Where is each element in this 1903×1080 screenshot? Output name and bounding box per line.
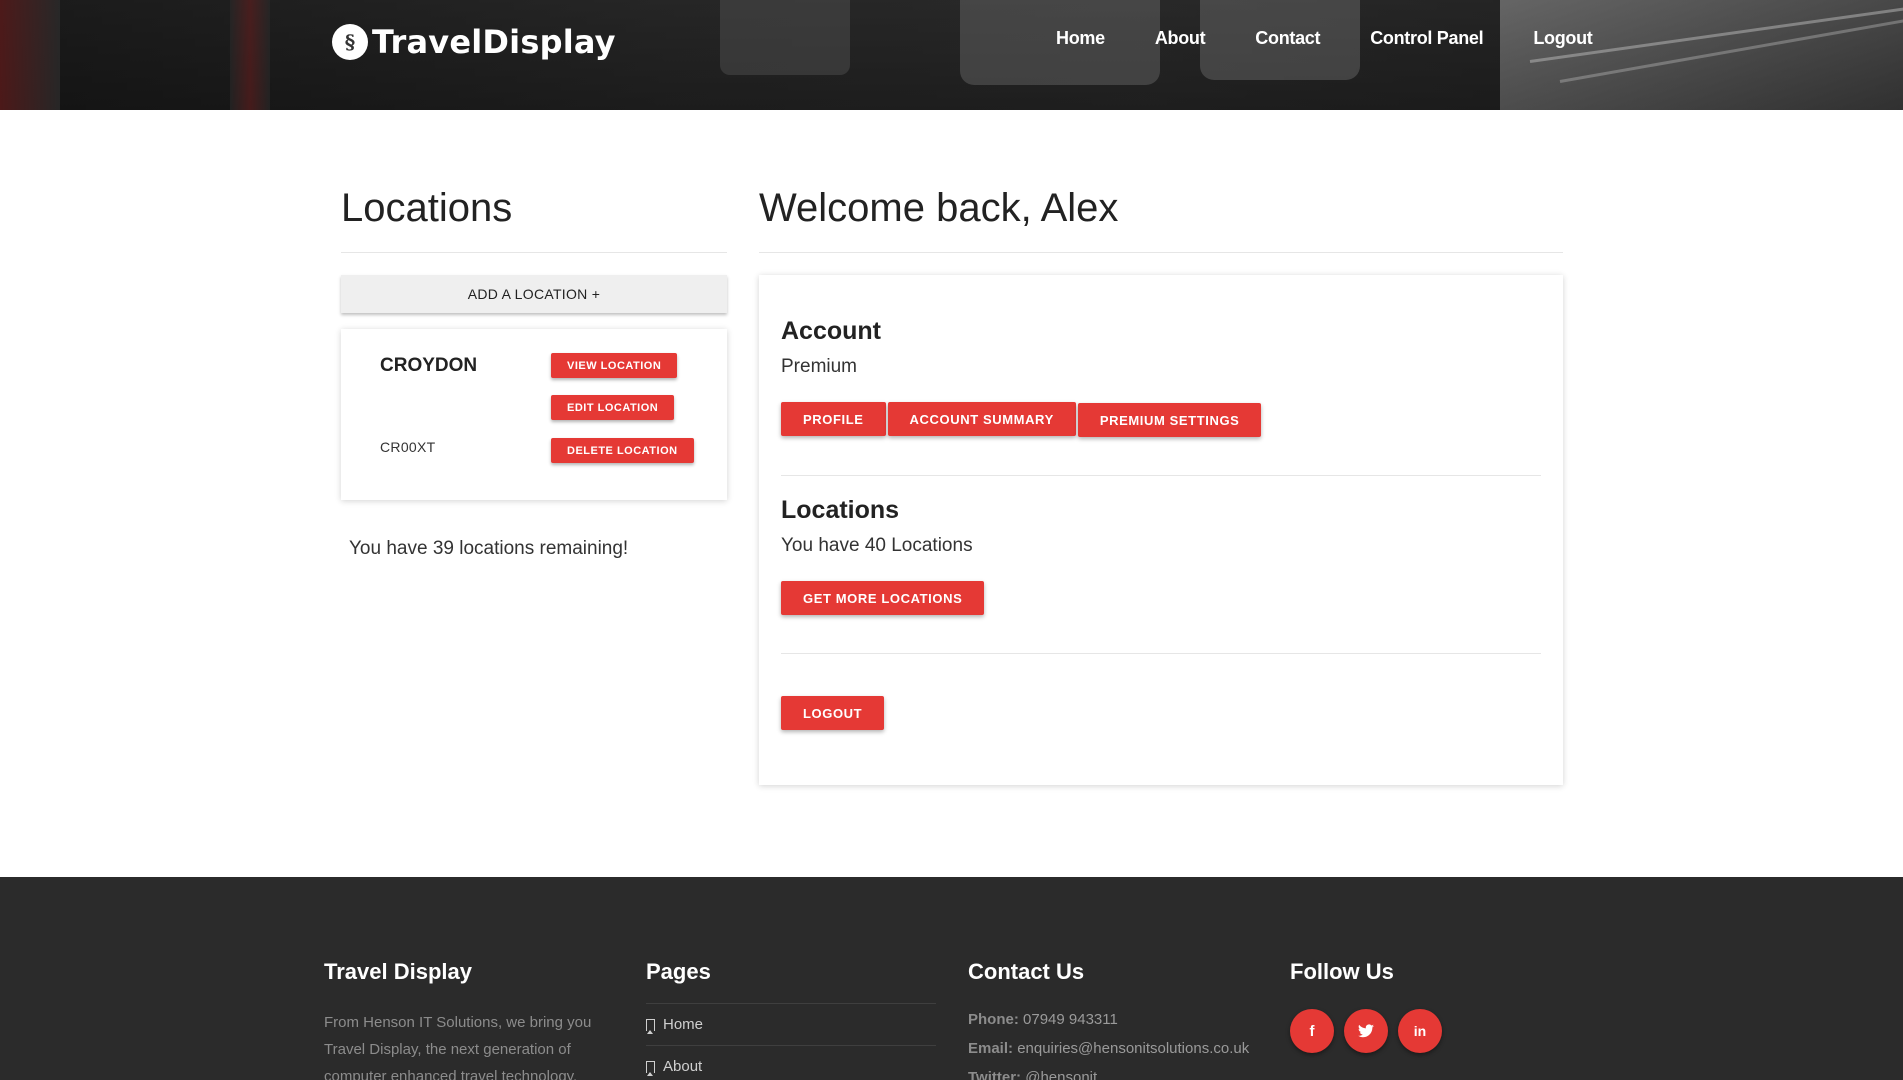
locations-count: You have 40 Locations — [781, 535, 973, 556]
bookmark-icon — [646, 1018, 655, 1034]
add-location-button[interactable]: ADD A LOCATION + — [341, 275, 727, 313]
footer-follow-title: Follow Us — [1290, 959, 1394, 984]
locations-section-title: Locations — [781, 496, 900, 524]
account-panel: Account Premium PROFILE ACCOUNT SUMMARY … — [759, 275, 1563, 785]
nav-home[interactable]: Home — [1056, 28, 1105, 49]
header-background-image — [0, 0, 1903, 110]
contact-email: Email: enquiries@hensonitsolutions.co.uk — [968, 1040, 1250, 1057]
premium-settings-button[interactable]: PREMIUM SETTINGS — [1077, 403, 1262, 437]
nav-control-panel[interactable]: Control Panel — [1370, 28, 1483, 49]
location-name: CROYDON — [380, 355, 478, 376]
nav-logout[interactable]: Logout — [1533, 28, 1592, 49]
locations-sidebar: Locations ADD A LOCATION + CROYDON CR00X… — [341, 184, 727, 560]
footer-link-about[interactable]: About — [646, 1045, 936, 1080]
account-actions: PROFILE ACCOUNT SUMMARY PREMIUM SETTINGS — [781, 402, 1541, 437]
divider — [781, 653, 1541, 654]
contact-phone: Phone: 07949 943311 — [968, 1011, 1118, 1028]
footer-contact-title: Contact Us — [968, 959, 1085, 984]
linkedin-icon[interactable]: in — [1398, 1009, 1442, 1053]
get-more-locations-button[interactable]: GET MORE LOCATIONS — [781, 581, 985, 615]
account-plan: Premium — [781, 356, 858, 377]
divider — [341, 252, 727, 253]
account-title: Account — [781, 317, 881, 345]
delete-location-button[interactable]: DELETE LOCATION — [551, 438, 694, 463]
footer-pages: Pages Home About — [646, 959, 936, 1080]
footer-pages-title: Pages — [646, 959, 711, 984]
location-card: CROYDON CR00XT VIEW LOCATION EDIT LOCATI… — [341, 329, 727, 500]
footer-about-title: Travel Display — [324, 959, 472, 984]
main-nav: Home About Contact Control Panel Logout — [1056, 28, 1593, 49]
contact-twitter: Twitter: @hensonit — [968, 1069, 1098, 1080]
profile-button[interactable]: PROFILE — [781, 402, 886, 436]
traveldisplay-logo-icon: § — [332, 24, 368, 60]
account-summary-button[interactable]: ACCOUNT SUMMARY — [887, 402, 1076, 436]
brand-name: TravelDisplay — [372, 23, 616, 61]
site-header: § TravelDisplay Home About Contact Contr… — [0, 0, 1903, 110]
twitter-icon[interactable] — [1344, 1009, 1388, 1053]
footer-about-text: From Henson IT Solutions, we bring you T… — [324, 1014, 592, 1080]
footer-link-home[interactable]: Home — [646, 1003, 936, 1045]
location-code: CR00XT — [380, 439, 436, 455]
dashboard: Welcome back, Alex Account Premium PROFI… — [759, 184, 1563, 785]
facebook-icon[interactable]: f — [1290, 1009, 1334, 1053]
nav-about[interactable]: About — [1155, 28, 1206, 49]
social-links: f in — [1290, 1009, 1442, 1053]
nav-contact[interactable]: Contact — [1255, 28, 1320, 49]
edit-location-button[interactable]: EDIT LOCATION — [551, 395, 675, 420]
footer-follow: Follow Us f in — [1290, 959, 1442, 1053]
locations-title: Locations — [341, 186, 513, 230]
logout-button[interactable]: LOGOUT — [781, 696, 885, 730]
site-logo[interactable]: § TravelDisplay — [332, 22, 616, 62]
footer-about: Travel Display From Henson IT Solutions,… — [324, 959, 614, 1080]
divider — [759, 252, 1563, 253]
bookmark-icon — [646, 1060, 655, 1076]
locations-remaining-text: You have 39 locations remaining! — [349, 538, 629, 559]
footer-contact: Contact Us Phone: 07949 943311 Email: en… — [968, 959, 1249, 1080]
view-location-button[interactable]: VIEW LOCATION — [551, 353, 678, 378]
welcome-title: Welcome back, Alex — [759, 186, 1119, 230]
site-footer: Travel Display From Henson IT Solutions,… — [0, 877, 1903, 1080]
